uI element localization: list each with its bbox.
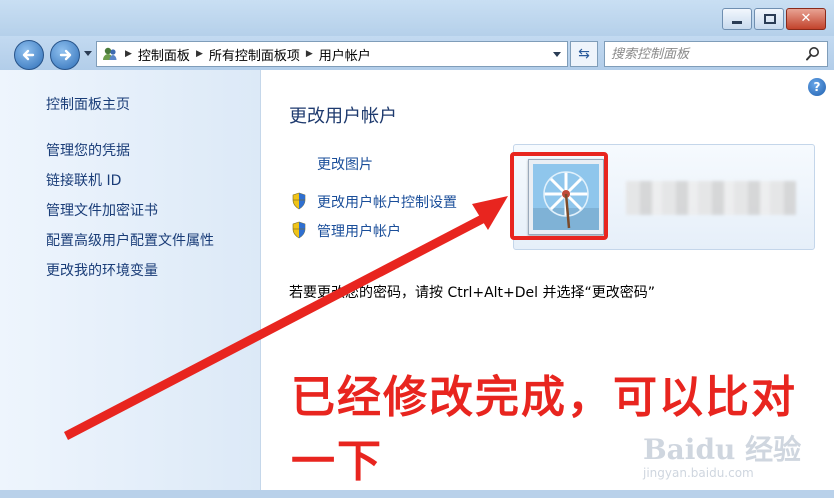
change-picture-link[interactable]: 更改图片 (317, 154, 373, 174)
annotation-text: 已经修改完成，可以比对一下 (291, 372, 797, 487)
forward-arrow-icon (59, 49, 72, 61)
help-icon[interactable]: ? (808, 78, 826, 96)
highlight-box (510, 152, 608, 240)
sidebar-item-manage-encryption-certs[interactable]: 管理文件加密证书 (46, 200, 158, 220)
recent-pages-dropdown[interactable] (84, 51, 92, 56)
main-content: ? 更改用户帐户 更改图片 更改用户帐户控制设置 管理用户帐户 若要更改您的密码… (261, 70, 834, 490)
account-name-redacted (626, 181, 796, 215)
minimize-button[interactable] (722, 8, 752, 30)
breadcrumb: ▶ 控制面板 ▶ 所有控制面板项 ▶ 用户帐户 (125, 42, 371, 66)
back-button[interactable] (14, 40, 44, 70)
left-task-pane: 控制面板主页 管理您的凭据 链接联机 ID 管理文件加密证书 配置高级用户配置文… (0, 70, 261, 490)
page-title: 更改用户帐户 (289, 106, 397, 127)
caption-buttons: ✕ (722, 8, 826, 30)
uac-shield-icon (292, 192, 306, 210)
sidebar-item-advanced-profile-properties[interactable]: 配置高级用户配置文件属性 (46, 230, 214, 250)
search-box (604, 41, 828, 67)
sidebar-item-link-online-id[interactable]: 链接联机 ID (46, 170, 121, 190)
breadcrumb-control-panel[interactable]: 控制面板 (138, 45, 190, 64)
search-input[interactable] (611, 45, 791, 63)
navigation-toolbar: ▶ 控制面板 ▶ 所有控制面板项 ▶ 用户帐户 ⇆ (0, 36, 834, 70)
title-bar: ✕ (0, 0, 834, 36)
close-icon: ✕ (800, 11, 812, 26)
sidebar-item-manage-credentials[interactable]: 管理您的凭据 (46, 140, 130, 160)
sidebar-item-control-panel-home[interactable]: 控制面板主页 (46, 94, 130, 114)
breadcrumb-separator-icon: ▶ (195, 49, 203, 59)
refresh-button[interactable]: ⇆ (570, 41, 598, 67)
sidebar-item-environment-variables[interactable]: 更改我的环境变量 (46, 260, 158, 280)
breadcrumb-separator-icon: ▶ (305, 49, 313, 59)
address-history-dropdown[interactable] (553, 52, 561, 57)
breadcrumb-separator-icon: ▶ (125, 49, 132, 59)
manage-user-accounts-link[interactable]: 管理用户帐户 (317, 221, 401, 241)
back-arrow-icon (22, 49, 35, 61)
window-bottom-border (0, 490, 834, 498)
maximize-button[interactable] (754, 8, 784, 30)
uac-shield-icon (292, 221, 306, 239)
user-accounts-icon (103, 47, 117, 60)
refresh-icon: ⇆ (578, 46, 590, 62)
forward-button[interactable] (50, 40, 80, 70)
address-bar[interactable]: ▶ 控制面板 ▶ 所有控制面板项 ▶ 用户帐户 (96, 41, 568, 67)
change-uac-settings-link[interactable]: 更改用户帐户控制设置 (317, 192, 457, 212)
breadcrumb-user-accounts[interactable]: 用户帐户 (319, 45, 371, 64)
search-icon[interactable] (805, 46, 821, 62)
change-password-instruction: 若要更改您的密码，请按 Ctrl+Alt+Del 并选择“更改密码” (289, 285, 656, 301)
breadcrumb-all-items[interactable]: 所有控制面板项 (209, 45, 300, 64)
close-button[interactable]: ✕ (786, 8, 826, 30)
